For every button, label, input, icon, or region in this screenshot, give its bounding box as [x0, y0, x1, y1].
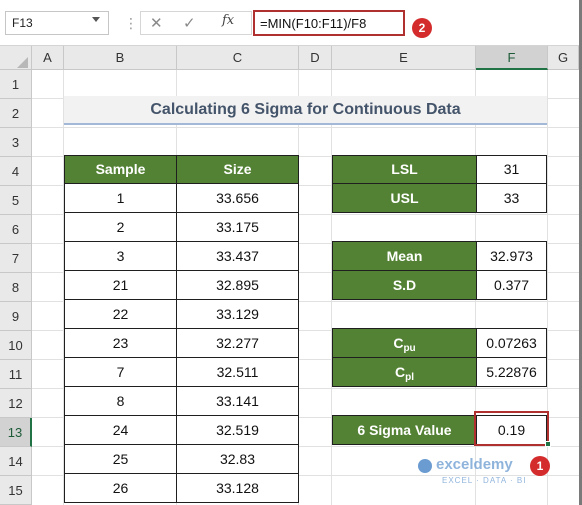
sample-cell[interactable]: 24: [64, 415, 177, 445]
sample-cell[interactable]: 26: [64, 473, 177, 503]
sample-cell[interactable]: 3: [64, 241, 177, 271]
column-header-g[interactable]: G: [548, 46, 579, 70]
enter-icon[interactable]: ✓: [183, 14, 199, 32]
selected-cell-outline: [474, 411, 549, 446]
cpl-value[interactable]: 5.22876: [476, 357, 547, 387]
column-header-b[interactable]: B: [64, 46, 177, 70]
usl-value[interactable]: 33: [476, 183, 547, 213]
six-sigma-label[interactable]: 6 Sigma Value: [332, 415, 477, 445]
cpu-label-text: C: [393, 335, 404, 351]
sample-cell[interactable]: 1: [64, 183, 177, 213]
chevron-down-icon[interactable]: [92, 17, 100, 22]
drag-handle-icon[interactable]: ⋮: [124, 14, 138, 32]
size-cell[interactable]: 32.895: [176, 270, 299, 300]
exceldemy-logo-icon: [418, 459, 432, 473]
sample-cell[interactable]: 2: [64, 212, 177, 242]
sample-cell[interactable]: 23: [64, 328, 177, 358]
size-cell[interactable]: 32.277: [176, 328, 299, 358]
excel-window: F13 ⋮ ✕ ✓ fx =MIN(F10:F11)/F8 2 A B C D …: [0, 0, 582, 505]
sample-cell[interactable]: 7: [64, 357, 177, 387]
sheet-title[interactable]: Calculating 6 Sigma for Continuous Data: [64, 96, 547, 125]
row-header-10[interactable]: 10: [0, 331, 32, 360]
row-header-13[interactable]: 13: [0, 418, 32, 447]
cpl-label-subscript: pl: [405, 372, 414, 383]
sd-value[interactable]: 0.377: [476, 270, 547, 300]
size-cell[interactable]: 32.511: [176, 357, 299, 387]
cpl-label[interactable]: Cpl: [332, 357, 477, 387]
row-header-14[interactable]: 14: [0, 447, 32, 476]
column-header-e[interactable]: E: [332, 46, 476, 70]
gridline: [32, 127, 582, 128]
insert-function-icon[interactable]: fx: [222, 13, 242, 31]
size-header[interactable]: Size: [176, 155, 299, 184]
lsl-label[interactable]: LSL: [332, 155, 477, 184]
size-cell[interactable]: 33.128: [176, 473, 299, 503]
watermark-tagline: EXCEL · DATA · BI: [442, 476, 527, 485]
sample-cell[interactable]: 8: [64, 386, 177, 416]
row-header-2[interactable]: 2: [0, 99, 32, 128]
sample-cell[interactable]: 21: [64, 270, 177, 300]
size-cell[interactable]: 33.437: [176, 241, 299, 271]
row-header-9[interactable]: 9: [0, 302, 32, 331]
size-cell[interactable]: 32.83: [176, 444, 299, 474]
sample-cell[interactable]: 22: [64, 299, 177, 329]
row-header-4[interactable]: 4: [0, 157, 32, 186]
size-cell[interactable]: 32.519: [176, 415, 299, 445]
column-header-a[interactable]: A: [32, 46, 64, 70]
name-box[interactable]: F13: [5, 11, 109, 35]
usl-label[interactable]: USL: [332, 183, 477, 213]
step-badge-2: 2: [412, 18, 432, 38]
row-header-5[interactable]: 5: [0, 186, 32, 215]
sample-cell[interactable]: 25: [64, 444, 177, 474]
row-header-8[interactable]: 8: [0, 273, 32, 302]
sample-header[interactable]: Sample: [64, 155, 177, 184]
row-header-12[interactable]: 12: [0, 389, 32, 418]
cancel-icon[interactable]: ✕: [150, 14, 166, 32]
row-header-6[interactable]: 6: [0, 215, 32, 244]
row-header-3[interactable]: 3: [0, 128, 32, 157]
column-header-f[interactable]: F: [476, 46, 548, 70]
row-header-7[interactable]: 7: [0, 244, 32, 273]
row-header-15[interactable]: 15: [0, 476, 32, 505]
fill-handle[interactable]: [545, 441, 551, 447]
cpu-label[interactable]: Cpu: [332, 328, 477, 358]
size-cell[interactable]: 33.141: [176, 386, 299, 416]
column-header-d[interactable]: D: [299, 46, 332, 70]
column-header-c[interactable]: C: [177, 46, 299, 70]
formula-input[interactable]: =MIN(F10:F11)/F8: [253, 10, 405, 36]
mean-value[interactable]: 32.973: [476, 241, 547, 271]
lsl-value[interactable]: 31: [476, 155, 547, 184]
cpu-value[interactable]: 0.07263: [476, 328, 547, 358]
row-header-1[interactable]: 1: [0, 70, 32, 99]
cpu-label-subscript: pu: [403, 343, 416, 354]
row-header-11[interactable]: 11: [0, 360, 32, 389]
select-all-icon: [17, 57, 28, 68]
size-cell[interactable]: 33.175: [176, 212, 299, 242]
watermark-name: exceldemy: [436, 456, 513, 473]
mean-label[interactable]: Mean: [332, 241, 477, 271]
cpl-label-text: C: [394, 364, 406, 380]
sd-label[interactable]: S.D: [332, 270, 477, 300]
size-cell[interactable]: 33.656: [176, 183, 299, 213]
size-cell[interactable]: 33.129: [176, 299, 299, 329]
